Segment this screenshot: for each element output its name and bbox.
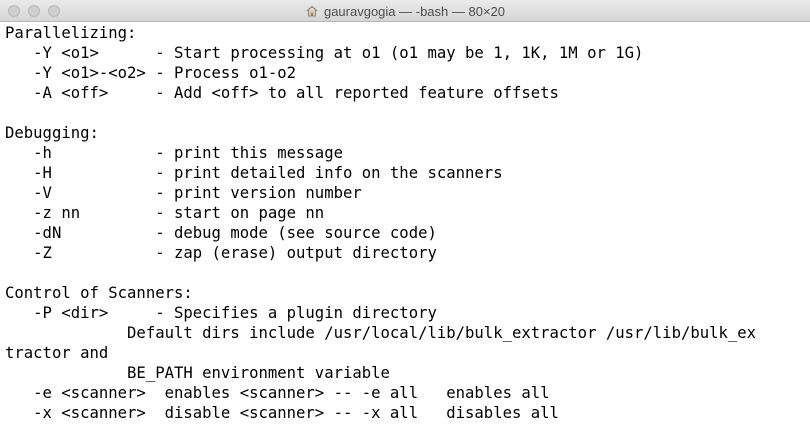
terminal-line: Control of Scanners:: [5, 284, 193, 302]
terminal-line: -A <off> - Add <off> to all reported fea…: [5, 84, 559, 102]
terminal-line: -Z - zap (erase) output directory: [5, 244, 437, 262]
terminal-line: BE_PATH environment variable: [5, 364, 390, 382]
window-title: gauravgogia — -bash — 80×20: [323, 3, 506, 19]
terminal-line: Parallelizing:: [5, 24, 137, 42]
house-icon: [306, 5, 318, 17]
terminal-line: -H - print detailed info on the scanners: [5, 164, 503, 182]
title-bar[interactable]: gauravgogia — -bash — 80×20: [0, 0, 810, 22]
terminal-output[interactable]: Parallelizing: -Y <o1> - Start processin…: [0, 23, 810, 429]
terminal-line: -dN - debug mode (see source code): [5, 224, 437, 242]
terminal-line: Debugging:: [5, 124, 99, 142]
terminal-line: -V - print version number: [5, 184, 362, 202]
terminal-window: gauravgogia — -bash — 80×20 Parallelizin…: [0, 0, 810, 429]
terminal-line: -P <dir> - Specifies a plugin directory: [5, 304, 437, 322]
terminal-line: -z nn - start on page nn: [5, 204, 325, 222]
window-title-container: gauravgogia — -bash — 80×20: [0, 0, 810, 22]
terminal-line: Default dirs include /usr/local/lib/bulk…: [5, 324, 757, 342]
terminal-line: -h - print this message: [5, 144, 343, 162]
terminal-line: tractor and: [5, 344, 109, 362]
terminal-line: -Y <o1> - Start processing at o1 (o1 may…: [5, 44, 644, 62]
terminal-line: -e <scanner> enables <scanner> -- -e all…: [5, 384, 550, 402]
terminal-line: -Y <o1>-<o2> - Process o1-o2: [5, 64, 297, 82]
terminal-line: -x <scanner> disable <scanner> -- -x all…: [5, 404, 559, 422]
